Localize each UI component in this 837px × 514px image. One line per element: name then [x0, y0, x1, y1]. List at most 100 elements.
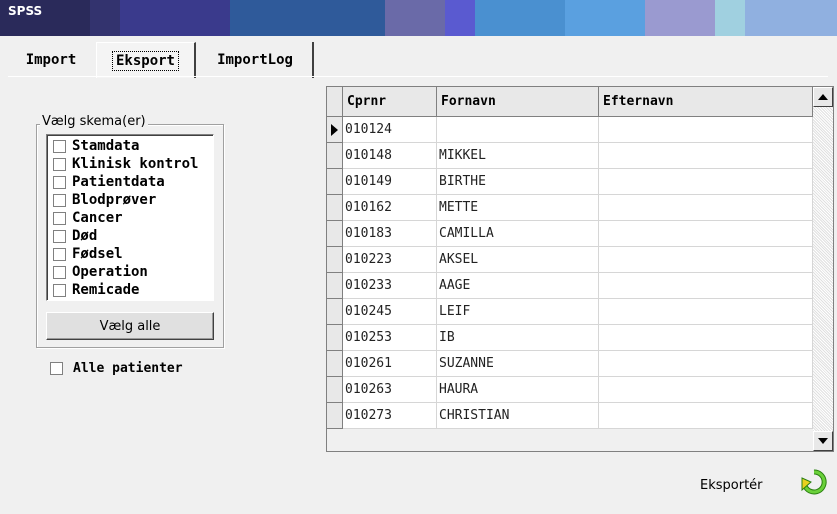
cell-cprnr[interactable]: 010233 — [343, 273, 437, 299]
column-header-cprnr[interactable]: Cprnr — [343, 87, 437, 117]
cell-cprnr[interactable]: 010183 — [343, 221, 437, 247]
schema-item[interactable]: Klinisk kontrol — [53, 155, 198, 173]
schema-item-label: Stamdata — [72, 138, 140, 154]
export-arrow-icon[interactable] — [800, 468, 828, 496]
checkbox[interactable] — [53, 265, 66, 279]
cell-efternavn[interactable] — [599, 325, 813, 351]
all-patients-option[interactable]: Alle patienter — [50, 360, 183, 376]
schema-item[interactable]: Remicade — [53, 281, 139, 299]
cell-efternavn[interactable] — [599, 169, 813, 195]
schema-item-label: Død — [72, 228, 98, 244]
cell-cprnr[interactable]: 010273 — [343, 403, 437, 429]
row-selector[interactable] — [327, 117, 343, 143]
cell-fornavn[interactable]: IB — [437, 325, 599, 351]
window-title: SPSS — [8, 4, 43, 18]
cell-cprnr[interactable]: 010245 — [343, 299, 437, 325]
tab-eksport[interactable]: Eksport — [96, 42, 196, 78]
cell-cprnr[interactable]: 010261 — [343, 351, 437, 377]
column-header-fornavn[interactable]: Fornavn — [437, 87, 599, 117]
cell-efternavn[interactable] — [599, 377, 813, 403]
cell-efternavn[interactable] — [599, 195, 813, 221]
cell-efternavn[interactable] — [599, 143, 813, 169]
tab-importlog[interactable]: ImportLog — [198, 42, 314, 78]
cell-efternavn[interactable] — [599, 247, 813, 273]
schema-item[interactable]: Patientdata — [53, 173, 165, 191]
cell-fornavn[interactable]: METTE — [437, 195, 599, 221]
checkbox[interactable] — [53, 247, 66, 261]
checkbox[interactable] — [53, 283, 66, 297]
cell-efternavn[interactable] — [599, 221, 813, 247]
cell-fornavn[interactable]: AAGE — [437, 273, 599, 299]
cell-fornavn[interactable]: CAMILLA — [437, 221, 599, 247]
arrow-down-icon — [818, 438, 828, 444]
cell-fornavn[interactable]: SUZANNE — [437, 351, 599, 377]
row-selector[interactable] — [327, 351, 343, 377]
table-row[interactable]: 010148 MIKKEL — [327, 143, 813, 169]
table-row[interactable]: 010233 AAGE — [327, 273, 813, 299]
table-row[interactable]: 010183 CAMILLA — [327, 221, 813, 247]
table-row[interactable]: 010261 SUZANNE — [327, 351, 813, 377]
cell-fornavn[interactable]: HAURA — [437, 377, 599, 403]
scroll-up-button[interactable] — [813, 87, 833, 107]
schema-item[interactable]: Operation — [53, 263, 148, 281]
cell-efternavn[interactable] — [599, 351, 813, 377]
cell-cprnr[interactable]: 010148 — [343, 143, 437, 169]
cell-cprnr[interactable]: 010162 — [343, 195, 437, 221]
schema-list[interactable]: Stamdata Klinisk kontrol Patientdata Blo… — [46, 134, 214, 301]
cell-cprnr[interactable]: 010149 — [343, 169, 437, 195]
row-selector[interactable] — [327, 403, 343, 429]
cell-cprnr[interactable]: 010263 — [343, 377, 437, 403]
row-selector[interactable] — [327, 169, 343, 195]
patient-grid[interactable]: Cprnr Fornavn Efternavn 010124 010148 MIKK… — [326, 86, 834, 452]
column-header-efternavn[interactable]: Efternavn — [599, 87, 813, 117]
cell-fornavn[interactable]: CHRISTIAN — [437, 403, 599, 429]
cell-fornavn[interactable]: AKSEL — [437, 247, 599, 273]
cell-cprnr[interactable]: 010253 — [343, 325, 437, 351]
table-row[interactable]: 010253 IB — [327, 325, 813, 351]
checkbox[interactable] — [53, 229, 66, 243]
cell-cprnr[interactable]: 010124 — [343, 117, 437, 143]
row-selector[interactable] — [327, 221, 343, 247]
vertical-scrollbar[interactable] — [813, 87, 833, 451]
row-selector[interactable] — [327, 247, 343, 273]
cell-fornavn[interactable]: LEIF — [437, 299, 599, 325]
schema-item[interactable]: Stamdata — [53, 137, 139, 155]
row-selector[interactable] — [327, 195, 343, 221]
table-row[interactable]: 010273 CHRISTIAN — [327, 403, 813, 429]
table-row[interactable]: 010245 LEIF — [327, 299, 813, 325]
all-patients-checkbox[interactable] — [50, 361, 63, 375]
tab-importlog-label: ImportLog — [217, 52, 293, 68]
table-row[interactable]: 010162 METTE — [327, 195, 813, 221]
table-row[interactable]: 010263 HAURA — [327, 377, 813, 403]
checkbox[interactable] — [53, 175, 66, 189]
schema-item[interactable]: Cancer — [53, 209, 123, 227]
scroll-down-button[interactable] — [813, 431, 833, 451]
cell-efternavn[interactable] — [599, 299, 813, 325]
cell-fornavn[interactable]: BIRTHE — [437, 169, 599, 195]
checkbox[interactable] — [53, 157, 66, 171]
all-patients-label: Alle patienter — [73, 360, 183, 376]
row-selector[interactable] — [327, 377, 343, 403]
cell-fornavn[interactable]: MIKKEL — [437, 143, 599, 169]
table-row[interactable]: 010149 BIRTHE — [327, 169, 813, 195]
row-selector[interactable] — [327, 325, 343, 351]
cell-efternavn[interactable] — [599, 403, 813, 429]
table-row[interactable]: 010124 — [327, 117, 813, 143]
cell-efternavn[interactable] — [599, 117, 813, 143]
table-row[interactable]: 010223 AKSEL — [327, 247, 813, 273]
cell-fornavn[interactable] — [437, 117, 599, 143]
checkbox[interactable] — [53, 139, 66, 153]
tab-import[interactable]: Import — [8, 42, 94, 78]
schema-item[interactable]: Blodprøver — [53, 191, 156, 209]
row-selector[interactable] — [327, 299, 343, 325]
schema-item[interactable]: Død — [53, 227, 97, 245]
checkbox[interactable] — [53, 193, 66, 207]
schema-group-legend: Vælg skema(er) — [40, 114, 148, 129]
select-all-button[interactable]: Vælg alle — [46, 312, 214, 340]
checkbox[interactable] — [53, 211, 66, 225]
cell-cprnr[interactable]: 010223 — [343, 247, 437, 273]
schema-item[interactable]: Fødsel — [53, 245, 123, 263]
cell-efternavn[interactable] — [599, 273, 813, 299]
row-selector[interactable] — [327, 273, 343, 299]
row-selector[interactable] — [327, 143, 343, 169]
